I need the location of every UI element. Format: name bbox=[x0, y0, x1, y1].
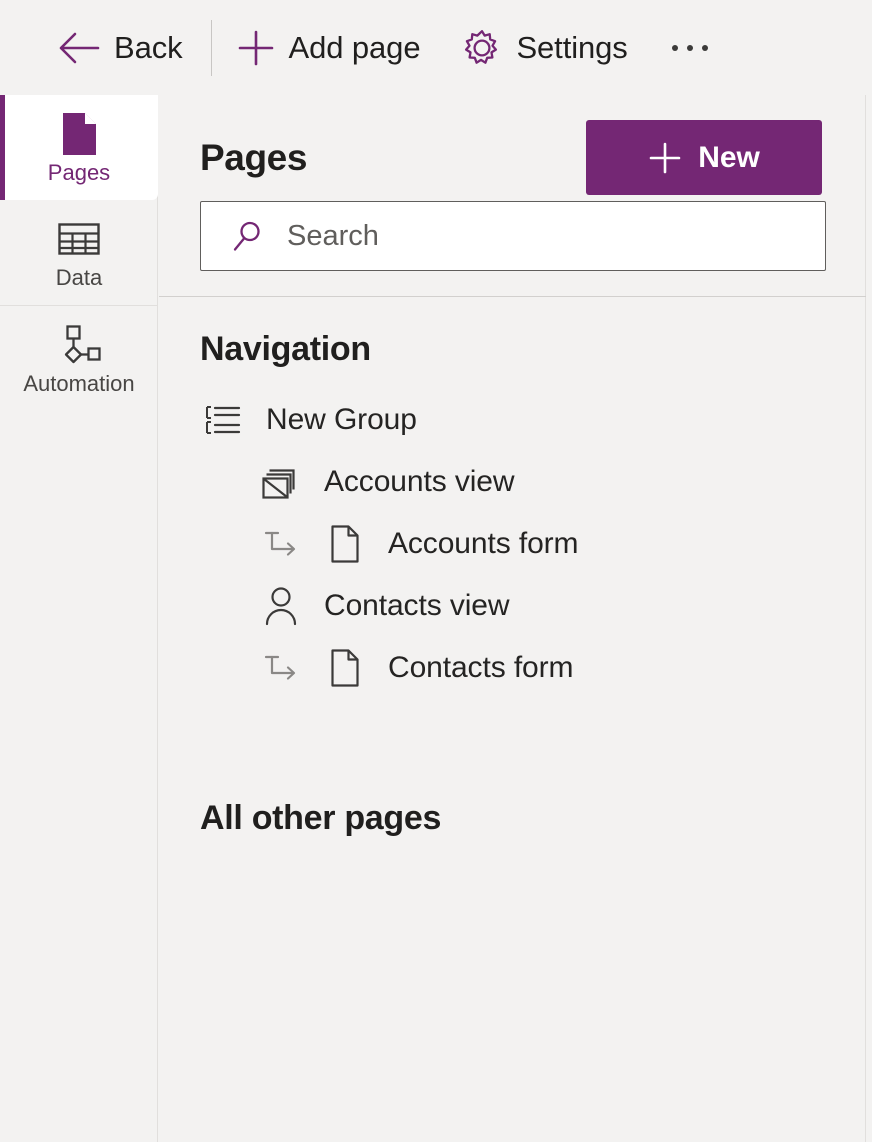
left-rail: Pages Data Automation bbox=[0, 95, 158, 1142]
page-outline-icon bbox=[324, 524, 366, 564]
search-area bbox=[159, 195, 865, 271]
tree-item-contacts-view[interactable]: Contacts view bbox=[200, 575, 865, 637]
arrow-left-icon bbox=[58, 31, 100, 65]
panel-header: Pages New bbox=[159, 95, 865, 195]
tree-item-label: Contacts view bbox=[324, 589, 510, 622]
tree-item-contacts-form[interactable]: Contacts form bbox=[200, 637, 865, 699]
tree-item-accounts-form[interactable]: Accounts form bbox=[200, 513, 865, 575]
panel-divider bbox=[159, 296, 866, 297]
tree-item-new-group[interactable]: New Group bbox=[200, 389, 865, 451]
view-stack-icon bbox=[260, 462, 302, 502]
tree-item-label: Contacts form bbox=[388, 651, 574, 684]
ellipsis-icon bbox=[671, 44, 708, 51]
flow-node-icon bbox=[55, 323, 103, 367]
table-icon bbox=[57, 217, 101, 261]
rail-label-pages: Pages bbox=[47, 159, 111, 185]
group-list-icon bbox=[202, 403, 244, 437]
gear-icon bbox=[462, 28, 502, 68]
page-icon bbox=[60, 112, 98, 156]
settings-button[interactable]: Settings bbox=[462, 17, 628, 79]
person-icon bbox=[260, 586, 302, 626]
plus-icon bbox=[237, 29, 275, 67]
all-other-pages-title: All other pages bbox=[200, 799, 442, 837]
settings-label: Settings bbox=[516, 29, 628, 65]
add-page-label: Add page bbox=[288, 29, 421, 65]
search-input[interactable] bbox=[287, 219, 767, 253]
rail-item-pages[interactable]: Pages bbox=[0, 95, 158, 200]
plus-icon bbox=[648, 141, 682, 175]
search-box[interactable] bbox=[200, 201, 826, 271]
new-button-label: New bbox=[698, 140, 760, 174]
tree-item-accounts-view[interactable]: Accounts view bbox=[200, 451, 865, 513]
rail-label-data: Data bbox=[55, 264, 103, 290]
back-button[interactable]: Back bbox=[58, 17, 183, 79]
search-icon bbox=[231, 219, 265, 253]
command-bar: Back Add page Settings bbox=[0, 0, 872, 95]
tree-item-label: New Group bbox=[266, 403, 417, 436]
navigation-tree: New Group Accounts view Accounts form Co… bbox=[200, 389, 865, 699]
more-commands-button[interactable] bbox=[666, 35, 714, 61]
rail-item-automation[interactable]: Automation bbox=[0, 306, 158, 411]
tree-item-label: Accounts view bbox=[324, 465, 515, 498]
page-outline-icon bbox=[324, 648, 366, 688]
subtree-arrow-icon bbox=[260, 651, 304, 685]
command-bar-separator bbox=[210, 19, 212, 76]
rail-label-automation: Automation bbox=[23, 370, 135, 396]
navigation-section-title: Navigation bbox=[200, 330, 371, 368]
subtree-arrow-icon bbox=[260, 527, 304, 561]
pages-panel: Pages New Navigation bbox=[159, 95, 866, 1142]
tree-item-label: Accounts form bbox=[388, 527, 579, 560]
back-label: Back bbox=[114, 29, 183, 65]
navigation-section: Navigation New Group Accounts view Accou… bbox=[159, 330, 865, 838]
add-page-button[interactable]: Add page bbox=[237, 17, 421, 79]
new-button[interactable]: New bbox=[586, 120, 822, 195]
rail-item-data[interactable]: Data bbox=[0, 200, 158, 305]
page-title: Pages bbox=[200, 136, 308, 178]
